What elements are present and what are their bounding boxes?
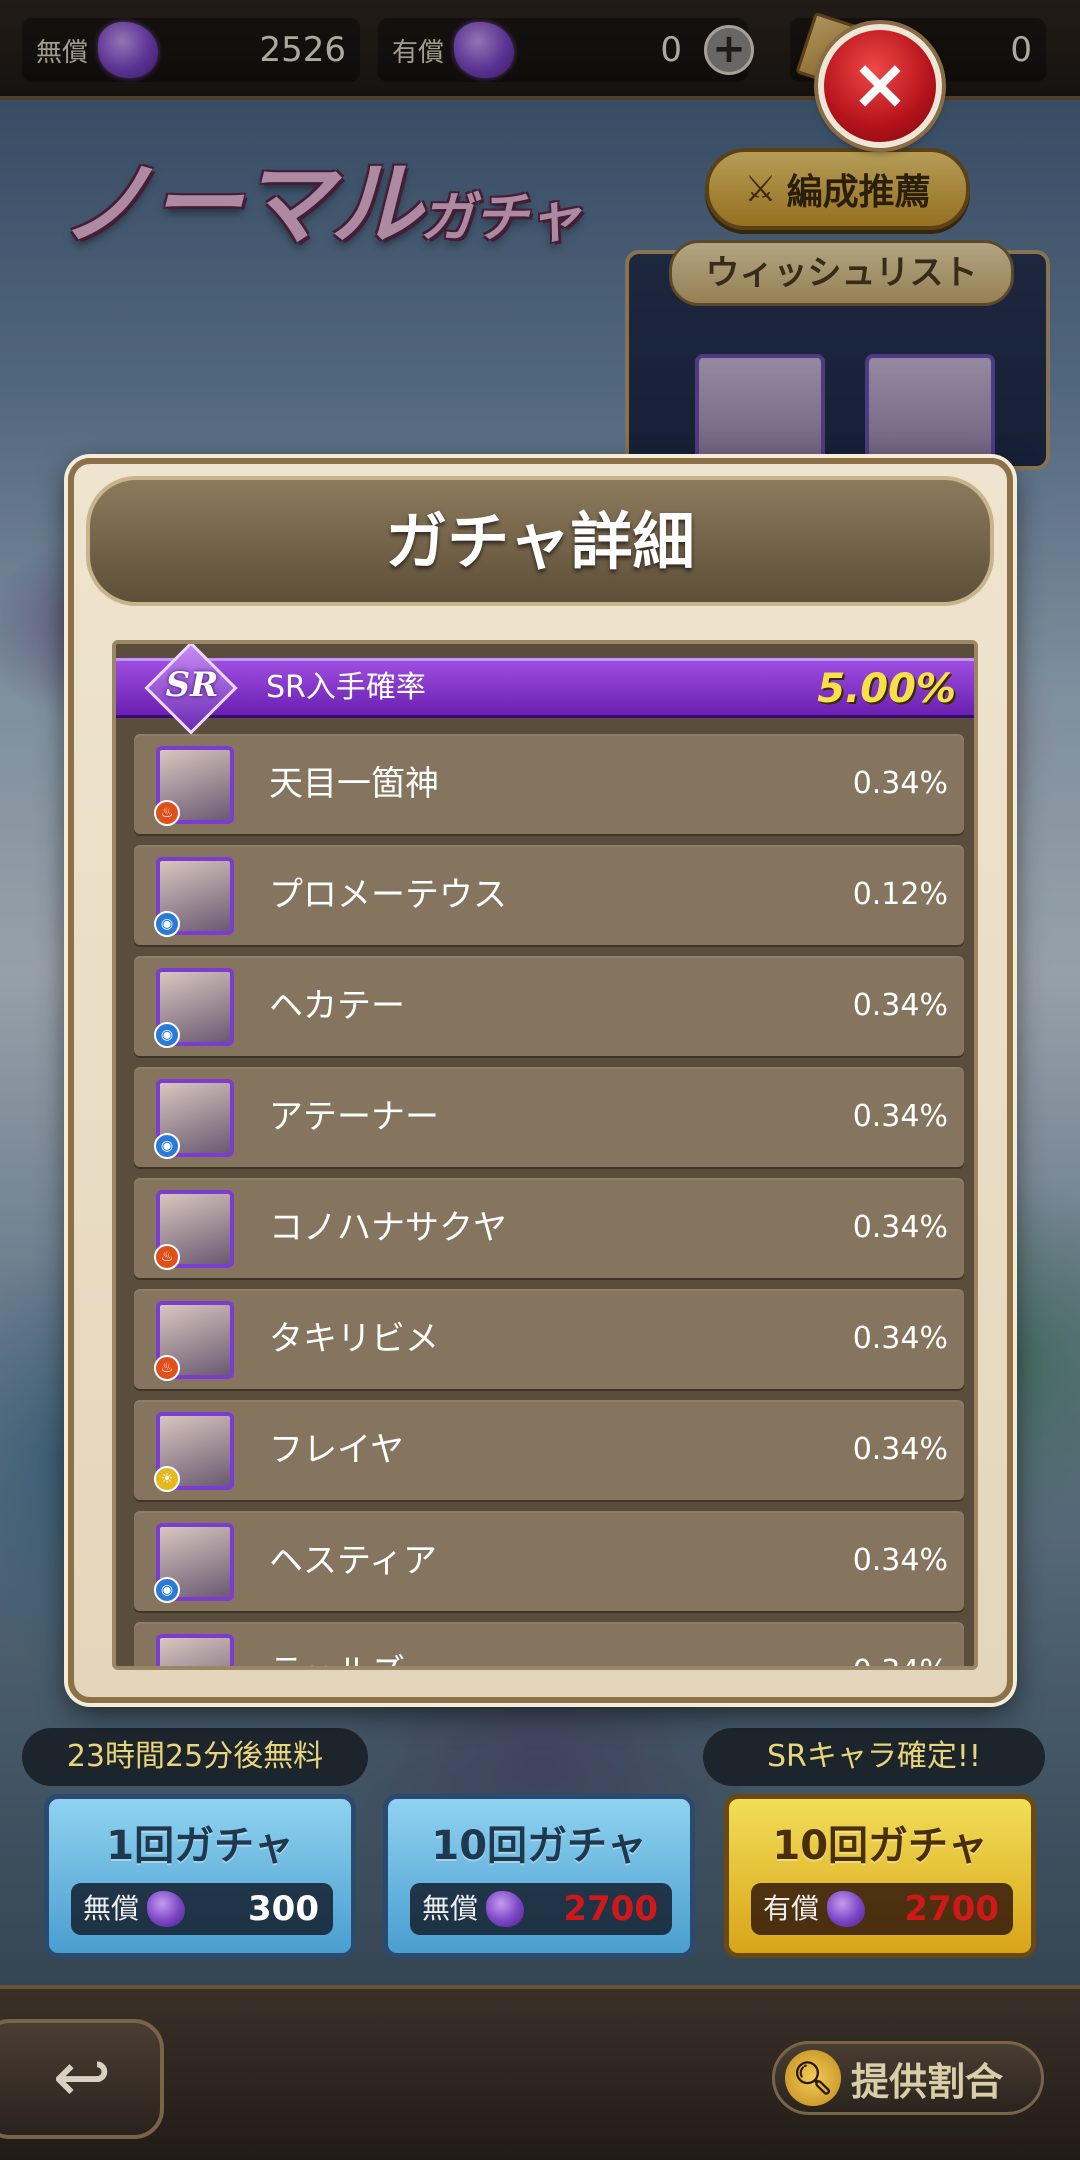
character-rate-row: ◉ プロメーテウス 0.12% — [134, 845, 964, 945]
gacha-cost: 無償 2700 — [410, 1883, 672, 1935]
character-name: ヘカテー — [269, 986, 405, 1026]
gacha-cost: 無償 300 — [71, 1883, 333, 1935]
fire-element-icon: ♨ — [154, 1355, 180, 1381]
fire-element-icon: ♨ — [154, 1244, 180, 1270]
character-rate-row: ☀ フレイヤ 0.34% — [134, 1400, 964, 1500]
character-rate: 0.34% — [853, 1622, 948, 1666]
character-name: テュルズ — [269, 1622, 405, 1666]
footer-bar: ↩ 🔍︎ 提供割合 — [0, 1985, 1080, 2160]
sr-rate-header: SR SR入手確率 5.00% — [116, 644, 974, 735]
magnifier-icon: 🔍︎ — [785, 2050, 841, 2106]
sr-badge-text: SR — [165, 665, 219, 705]
character-name: タキリビメ — [269, 1319, 439, 1359]
provision-rate-label: 提供割合 — [851, 2059, 1004, 2104]
provision-rate-button[interactable]: 🔍︎ 提供割合 — [772, 2041, 1044, 2115]
water-element-icon: ◉ — [154, 1133, 180, 1159]
cost-type-label: 無償 — [422, 1892, 479, 1925]
sr-guarantee-badge: SRキャラ確定!! — [703, 1728, 1045, 1786]
character-rate-row: ◉ ヘカテー 0.34% — [134, 956, 964, 1056]
character-rate: 0.12% — [852, 877, 948, 912]
free-timer-badge: 23時間25分後無料 — [22, 1728, 368, 1786]
character-rate: 0.34% — [852, 1543, 948, 1578]
back-button[interactable]: ↩ — [0, 2019, 164, 2139]
modal-header: ガチャ詳細 — [86, 476, 994, 606]
rate-list[interactable]: SR SR入手確率 5.00% ♨ 天目一箇神 0.34% ◉ プロメーテウス 0.12%… — [112, 640, 978, 1670]
cost-type-label: 有償 — [763, 1892, 820, 1925]
character-name: プロメーテウス — [269, 875, 507, 915]
character-rate-row: ♨ コノハナサクヤ 0.34% — [134, 1178, 964, 1278]
character-rate: 0.34% — [852, 1210, 948, 1245]
gem-icon — [147, 1891, 185, 1927]
water-element-icon: ◉ — [154, 911, 180, 937]
character-name: コノハナサクヤ — [269, 1208, 507, 1248]
character-rate-row: ◉ ヘスティア 0.34% — [134, 1511, 964, 1611]
gacha-10-pull-free-button[interactable]: 10回ガチャ 無償 2700 — [383, 1794, 695, 1958]
character-rate-row: ♨ 天目一箇神 0.34% — [134, 734, 964, 834]
cost-value: 2700 — [563, 1889, 658, 1929]
fire-element-icon: ♨ — [154, 800, 180, 826]
close-button[interactable]: × — [818, 24, 942, 148]
cost-value: 2700 — [904, 1889, 999, 1929]
water-element-icon: ◉ — [154, 1577, 180, 1603]
character-rate: 0.34% — [852, 1099, 948, 1134]
gacha-button-label: 10回ガチャ — [431, 1823, 647, 1869]
character-rate-row: ◉テュルズ0.34% — [134, 1622, 964, 1666]
modal-title: ガチャ詳細 — [385, 505, 695, 578]
character-name: ヘスティア — [269, 1541, 437, 1581]
gem-icon — [486, 1891, 524, 1927]
close-icon: × — [850, 43, 910, 125]
character-name: フレイヤ — [269, 1430, 404, 1470]
gem-icon — [827, 1891, 865, 1927]
sr-rate-value: 5.00% — [817, 666, 956, 712]
character-rate: 0.34% — [852, 988, 948, 1023]
character-rate-row: ◉ アテーナー 0.34% — [134, 1067, 964, 1167]
gacha-button-label: 1回ガチャ — [106, 1823, 294, 1869]
light-element-icon: ☀ — [154, 1466, 180, 1492]
character-rate-rows: ♨ 天目一箇神 0.34% ◉ プロメーテウス 0.12% ◉ ヘカテー 0.34% ◉ アテーナー… — [134, 734, 964, 1666]
gacha-10-pull-paid-button[interactable]: 10回ガチャ 有償 2700 — [724, 1794, 1036, 1958]
sr-rate-label: SR入手確率 — [266, 670, 426, 705]
back-arrow-icon: ↩ — [52, 2036, 112, 2118]
character-rate: 0.34% — [852, 1432, 948, 1467]
gacha-cost: 有償 2700 — [751, 1883, 1013, 1935]
character-name: アテーナー — [269, 1097, 439, 1137]
character-rate: 0.34% — [852, 766, 948, 801]
water-element-icon: ◉ — [154, 1022, 180, 1048]
character-name: 天目一箇神 — [269, 764, 439, 804]
character-rate-row: ♨ タキリビメ 0.34% — [134, 1289, 964, 1389]
gacha-detail-modal: ガチャ詳細 SR SR入手確率 5.00% ♨ 天目一箇神 0.34% ◉ プロメーテウ… — [68, 458, 1013, 1703]
character-rate: 0.34% — [852, 1321, 948, 1356]
character-portrait — [156, 1634, 234, 1666]
cost-type-label: 無償 — [83, 1892, 140, 1925]
gacha-button-label: 10回ガチャ — [772, 1823, 988, 1869]
gacha-1-pull-button[interactable]: 1回ガチャ 無償 300 — [44, 1794, 356, 1958]
cost-value: 300 — [248, 1889, 319, 1929]
